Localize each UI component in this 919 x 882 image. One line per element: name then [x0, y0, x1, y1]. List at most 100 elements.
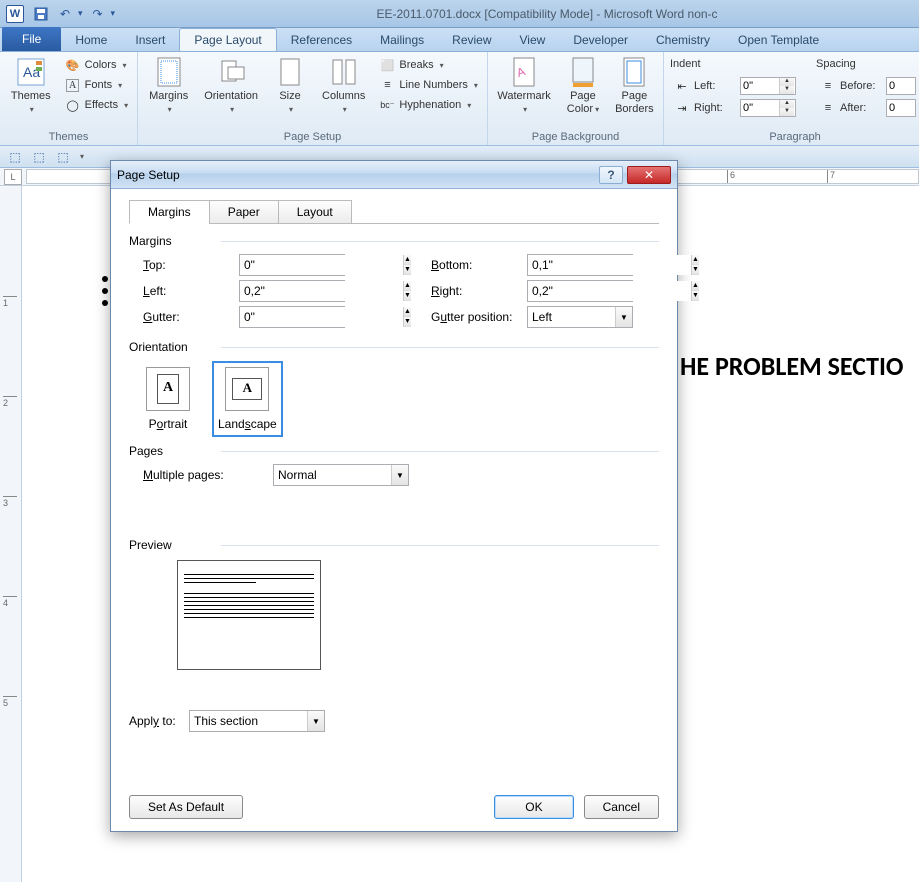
tab-review[interactable]: Review: [438, 29, 505, 51]
ruler-tick: 7: [827, 170, 835, 184]
spin-up-icon[interactable]: ▲: [780, 100, 794, 108]
spin-up-icon[interactable]: ▲: [404, 281, 411, 291]
orientation-landscape[interactable]: A Landscape: [215, 364, 280, 434]
toolbar-button-3[interactable]: ⬚: [54, 148, 72, 166]
spacing-before-spinner[interactable]: [886, 77, 916, 95]
indent-right-spinner[interactable]: ▲▼: [740, 99, 796, 117]
themes-label: Themes▾: [11, 90, 51, 116]
qat-customize-icon[interactable]: ▾: [111, 8, 116, 19]
ruler-tick: 6: [727, 170, 735, 184]
gutter-position-combo[interactable]: Left▼: [527, 306, 633, 328]
undo-dropdown-icon[interactable]: ▾: [78, 8, 83, 19]
dialog-tab-paper[interactable]: Paper: [209, 200, 279, 224]
vertical-ruler[interactable]: 1 2 3 4 5: [0, 186, 22, 882]
themes-button[interactable]: Aa Themes▾: [5, 54, 57, 118]
toolbar-dropdown-icon Icon[interactable]: ▾: [80, 152, 84, 161]
save-icon[interactable]: [32, 5, 50, 23]
tab-selector[interactable]: L: [4, 169, 22, 185]
margin-left-spinner[interactable]: ▲▼: [239, 280, 345, 302]
line-numbers-button[interactable]: ≡Line Numbers▾: [375, 76, 482, 94]
margin-right-label: Right:: [431, 284, 527, 298]
spin-down-icon[interactable]: ▼: [404, 317, 411, 327]
redo-icon[interactable]: ↷: [89, 5, 107, 23]
orientation-button[interactable]: Orientation▾: [198, 54, 264, 118]
gutter-spinner[interactable]: ▲▼: [239, 306, 345, 328]
page-color-icon: [567, 56, 599, 88]
set-as-default-button[interactable]: Set As Default: [129, 795, 243, 819]
watermark-button[interactable]: A Watermark▾: [491, 54, 556, 118]
page-borders-button[interactable]: Page Borders: [609, 54, 660, 118]
chevron-down-icon[interactable]: ▼: [615, 307, 632, 327]
colors-icon: 🎨: [65, 57, 81, 73]
tab-references[interactable]: References: [277, 29, 366, 51]
cancel-button[interactable]: Cancel: [584, 795, 659, 819]
margin-top-label: Top:: [143, 258, 239, 272]
margins-button[interactable]: Margins▾: [143, 54, 194, 118]
dialog-help-button[interactable]: ?: [599, 166, 623, 184]
file-tab[interactable]: File: [2, 27, 61, 51]
hyphenation-button[interactable]: bc⁻Hyphenation▾: [375, 96, 482, 114]
spin-down-icon[interactable]: ▼: [692, 291, 699, 301]
chevron-down-icon[interactable]: ▼: [307, 711, 324, 731]
spin-up-icon[interactable]: ▲: [404, 255, 411, 265]
margin-bottom-spinner[interactable]: ▲▼: [527, 254, 633, 276]
window-title: EE-2011.0701.docx [Compatibility Mode] -…: [175, 7, 919, 21]
theme-effects-button[interactable]: ◯Effects▾: [61, 96, 132, 114]
page-borders-icon: [618, 56, 650, 88]
apply-to-combo[interactable]: This section▼: [189, 710, 325, 732]
preview-section-label: Preview: [129, 538, 659, 552]
theme-fonts-button[interactable]: AFonts▾: [61, 76, 132, 94]
tab-view[interactable]: View: [506, 29, 560, 51]
dialog-close-button[interactable]: ✕: [627, 166, 671, 184]
tab-page-layout[interactable]: Page Layout: [179, 28, 276, 51]
dialog-tab-margins[interactable]: Margins: [129, 200, 210, 224]
margin-right-spinner[interactable]: ▲▼: [527, 280, 633, 302]
dialog-tab-layout[interactable]: Layout: [278, 200, 352, 224]
spin-down-icon[interactable]: ▼: [692, 265, 699, 275]
ribbon-tabstrip: File Home Insert Page Layout References …: [0, 28, 919, 52]
spacing-before-icon: ≡: [820, 78, 836, 94]
spacing-after-spinner[interactable]: [886, 99, 916, 117]
bullet-point: [102, 276, 108, 282]
tab-open-template[interactable]: Open Template: [724, 29, 833, 51]
orientation-portrait[interactable]: A Portrait: [143, 364, 193, 434]
ribbon-group-page-background: A Watermark▾ Page Color▾ Page Borders Pa…: [488, 52, 664, 145]
ok-button[interactable]: OK: [494, 795, 573, 819]
margin-top-spinner[interactable]: ▲▼: [239, 254, 345, 276]
toolbar-button-2[interactable]: ⬚: [30, 148, 48, 166]
page-color-button[interactable]: Page Color▾: [561, 54, 605, 118]
tab-developer[interactable]: Developer: [559, 29, 642, 51]
page-setup-group-label: Page Setup: [138, 131, 487, 143]
tab-insert[interactable]: Insert: [121, 29, 179, 51]
tab-home[interactable]: Home: [61, 29, 121, 51]
vruler-tick: 2: [3, 396, 17, 408]
close-icon: ✕: [644, 168, 654, 182]
size-button[interactable]: Size▾: [268, 54, 312, 118]
spin-up-icon[interactable]: ▲: [404, 307, 411, 317]
spin-up-icon[interactable]: ▲: [692, 255, 699, 265]
tab-chemistry[interactable]: Chemistry: [642, 29, 724, 51]
ribbon: Aa Themes▾ 🎨Colors▾ AFonts▾ ◯Effects▾ Th…: [0, 52, 919, 146]
spin-down-icon[interactable]: ▼: [404, 265, 411, 275]
chevron-down-icon[interactable]: ▼: [391, 465, 408, 485]
undo-icon[interactable]: ↶: [56, 5, 74, 23]
margins-section-label: Margins: [129, 234, 659, 248]
spin-up-icon[interactable]: ▲: [780, 78, 794, 86]
spin-down-icon[interactable]: ▼: [780, 86, 794, 94]
vruler-tick: 1: [3, 296, 17, 308]
ribbon-group-paragraph: Indent ⇤Left:▲▼ ⇥Right:▲▼ Spacing ≡Befor…: [664, 52, 919, 145]
spin-up-icon[interactable]: ▲: [692, 281, 699, 291]
toolbar-button-1[interactable]: ⬚: [6, 148, 24, 166]
fonts-icon: A: [65, 77, 81, 93]
breaks-button[interactable]: ⬜Breaks▾: [375, 56, 482, 74]
dialog-titlebar[interactable]: Page Setup ? ✕: [111, 161, 677, 189]
theme-colors-button[interactable]: 🎨Colors▾: [61, 56, 132, 74]
multiple-pages-combo[interactable]: Normal▼: [273, 464, 409, 486]
spacing-after-row: ≡After:: [816, 98, 919, 118]
indent-left-spinner[interactable]: ▲▼: [740, 77, 796, 95]
portrait-thumb-icon: A: [146, 367, 190, 411]
spin-down-icon[interactable]: ▼: [404, 291, 411, 301]
spin-down-icon[interactable]: ▼: [780, 108, 794, 116]
tab-mailings[interactable]: Mailings: [366, 29, 438, 51]
columns-button[interactable]: Columns▾: [316, 54, 371, 118]
